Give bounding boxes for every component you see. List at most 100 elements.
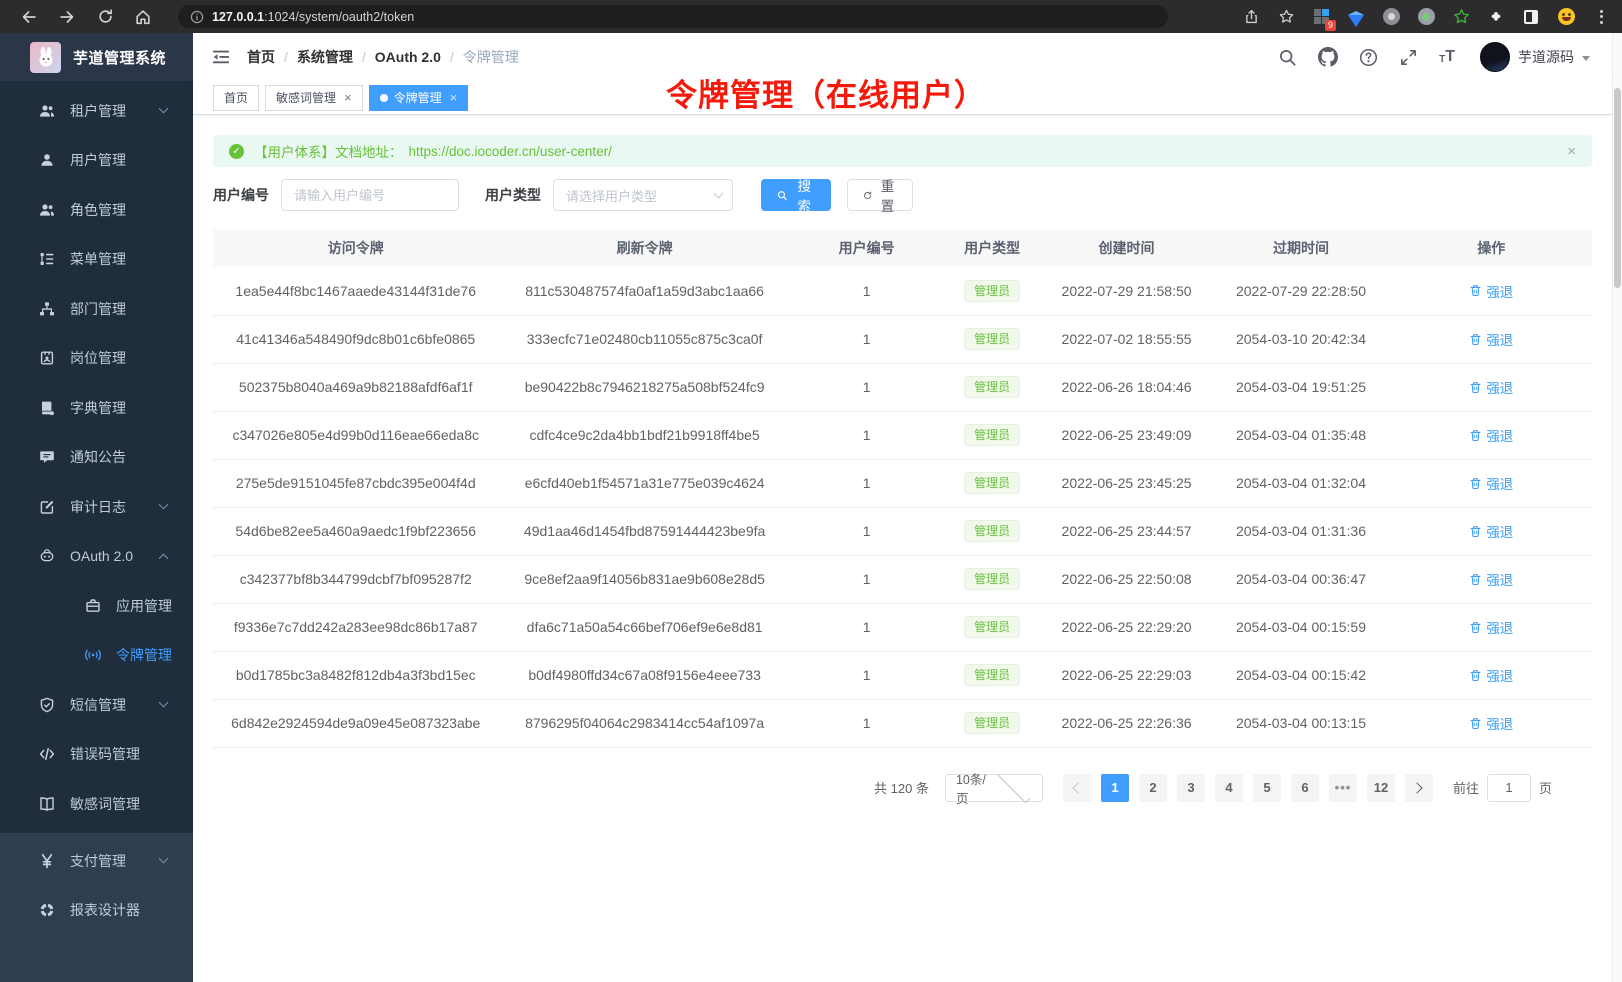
reset-button[interactable]: 重置 <box>847 179 913 211</box>
broadcast-icon <box>84 647 101 664</box>
table-row: c347026e805e4d99b0d116eae66eda8ccdfc4ce9… <box>213 411 1592 459</box>
force-logout-label: 强退 <box>1486 425 1513 445</box>
success-alert: ✓ 【用户体系】文档地址： https://doc.iocoder.cn/use… <box>213 135 1592 167</box>
tab-oauth2-token[interactable]: 令牌管理× <box>369 85 469 111</box>
user-type-tag: 管理员 <box>964 376 1020 398</box>
address-bar[interactable]: 127.0.0.1:1024/system/oauth2/token <box>178 5 1168 28</box>
breadcrumb-item[interactable]: 首页 <box>247 47 275 67</box>
side-panel-icon[interactable] <box>1520 6 1542 28</box>
pager-page-2[interactable]: 2 <box>1139 774 1167 802</box>
sidebar-collapse-icon[interactable] <box>211 47 231 67</box>
page-size-select[interactable]: 10条/页 <box>945 774 1043 802</box>
chevron-down-icon <box>1582 56 1590 61</box>
force-logout-button[interactable]: 强退 <box>1469 473 1513 493</box>
jump-page-input[interactable] <box>1487 774 1531 802</box>
sidebar-item-post-mgmt[interactable]: 岗位管理 <box>0 334 193 384</box>
browser-menu-icon[interactable] <box>1590 6 1612 28</box>
sidebar-item-dict-mgmt[interactable]: 字典管理 <box>0 383 193 433</box>
help-icon[interactable] <box>1359 48 1378 67</box>
chevron-down-icon <box>998 770 1031 803</box>
created-time-cell: 2022-06-25 22:50:08 <box>1042 555 1212 603</box>
alert-doc-link[interactable]: https://doc.iocoder.cn/user-center/ <box>409 144 612 159</box>
sidebar-item-menu-mgmt[interactable]: 菜单管理 <box>0 235 193 285</box>
code-icon <box>38 746 55 763</box>
force-logout-button[interactable]: 强退 <box>1469 521 1513 541</box>
force-logout-button[interactable]: 强退 <box>1469 665 1513 685</box>
search-button[interactable]: 搜索 <box>761 179 831 211</box>
forward-icon[interactable] <box>54 4 80 30</box>
force-logout-button[interactable]: 强退 <box>1469 281 1513 301</box>
breadcrumb-separator: / <box>450 49 454 65</box>
page-scrollbar[interactable] <box>1612 33 1622 982</box>
app-logo-bar[interactable]: 芋道管理系统 <box>0 33 193 81</box>
sidebar-item-sensitive-word[interactable]: 敏感词管理 <box>0 779 193 829</box>
sidebar-item-oauth2-app[interactable]: 应用管理 <box>0 581 193 631</box>
bookmark-star-icon[interactable] <box>1275 6 1297 28</box>
sidebar-item-pay-mgmt[interactable]: 支付管理 <box>0 836 193 886</box>
sidebar-item-tenant-mgmt[interactable]: 租户管理 <box>0 86 193 136</box>
sidebar-item-sms-mgmt[interactable]: 短信管理 <box>0 680 193 730</box>
site-info-icon[interactable] <box>190 10 204 24</box>
pixel-extension-icon[interactable]: 9 <box>1310 6 1332 28</box>
pager-next-button[interactable] <box>1405 774 1433 802</box>
reload-icon[interactable] <box>92 4 118 30</box>
force-logout-button[interactable]: 强退 <box>1469 377 1513 397</box>
tab-close-icon[interactable]: × <box>450 91 458 104</box>
pager-prev-button[interactable] <box>1063 774 1091 802</box>
sidebar-item-notice[interactable]: 通知公告 <box>0 433 193 483</box>
github-icon[interactable] <box>1318 47 1338 67</box>
tab-home[interactable]: 首页 <box>213 85 259 111</box>
home-icon[interactable] <box>130 4 156 30</box>
share-icon[interactable] <box>1240 6 1262 28</box>
gem-extension-icon[interactable] <box>1345 6 1367 28</box>
refresh-token-cell: dfa6c71a50a54c66bef706ef9e6e8d81 <box>498 603 790 651</box>
pager-page-4[interactable]: 4 <box>1215 774 1243 802</box>
pager-page-5[interactable]: 5 <box>1253 774 1281 802</box>
user-menu[interactable]: 芋道源码 <box>1480 42 1590 72</box>
sidebar-item-oauth2[interactable]: OAuth 2.0 <box>0 532 193 582</box>
user-type-select[interactable]: 请选择用户类型 <box>553 179 733 211</box>
force-logout-button[interactable]: 强退 <box>1469 713 1513 733</box>
created-time-cell: 2022-06-25 23:44:57 <box>1042 507 1212 555</box>
force-logout-button[interactable]: 强退 <box>1469 617 1513 637</box>
sidebar-item-report-designer[interactable]: 报表设计器 <box>0 886 193 936</box>
profile-emoji-icon[interactable] <box>1555 6 1577 28</box>
org-icon <box>38 300 55 317</box>
sidebar-item-dept-mgmt[interactable]: 部门管理 <box>0 284 193 334</box>
puzzle-extension-icon[interactable] <box>1485 6 1507 28</box>
recorder-extension-icon[interactable] <box>1415 6 1437 28</box>
user-id-input[interactable] <box>281 179 459 211</box>
sidebar: 芋道管理系统 租户管理用户管理角色管理菜单管理部门管理岗位管理字典管理通知公告审… <box>0 33 193 982</box>
yen-icon <box>38 852 55 869</box>
sidebar-item-user-mgmt[interactable]: 用户管理 <box>0 136 193 186</box>
breadcrumb-item[interactable]: 系统管理 <box>297 47 353 67</box>
pager-page-12[interactable]: 12 <box>1367 774 1395 802</box>
breadcrumb-item[interactable]: OAuth 2.0 <box>375 49 441 65</box>
scrollbar-thumb[interactable] <box>1614 88 1621 288</box>
green-star-extension-icon[interactable] <box>1450 6 1472 28</box>
token-table-body: 1ea5e44f8bc1467aaede43144f31de76811c5304… <box>213 267 1592 747</box>
command-extension-icon[interactable] <box>1380 6 1402 28</box>
font-size-icon[interactable]: TT <box>1439 49 1455 65</box>
pager-more-button[interactable]: ••• <box>1329 774 1357 802</box>
sidebar-item-errcode-mgmt[interactable]: 错误码管理 <box>0 730 193 780</box>
sidebar-item-audit-log[interactable]: 审计日志 <box>0 482 193 532</box>
sidebar-item-label: 敏感词管理 <box>70 794 140 814</box>
sidebar-item-label: 短信管理 <box>70 695 126 715</box>
sidebar-item-oauth2-token[interactable]: 令牌管理 <box>0 631 193 681</box>
search-icon[interactable] <box>1278 48 1297 67</box>
force-logout-button[interactable]: 强退 <box>1469 425 1513 445</box>
pager-page-6[interactable]: 6 <box>1291 774 1319 802</box>
sidebar-item-role-mgmt[interactable]: 角色管理 <box>0 185 193 235</box>
check-circle-icon: ✓ <box>229 144 244 159</box>
pager-page-1[interactable]: 1 <box>1101 774 1129 802</box>
tab-sensitive-word[interactable]: 敏感词管理× <box>265 85 363 111</box>
back-icon[interactable] <box>16 4 42 30</box>
force-logout-button[interactable]: 强退 <box>1469 329 1513 349</box>
force-logout-button[interactable]: 强退 <box>1469 569 1513 589</box>
pager-page-3[interactable]: 3 <box>1177 774 1205 802</box>
tab-close-icon[interactable]: × <box>344 91 352 104</box>
fullscreen-icon[interactable] <box>1399 48 1418 67</box>
access-token-cell: 275e5de9151045fe87cbdc395e004f4d <box>213 459 498 507</box>
alert-close-icon[interactable]: × <box>1567 143 1576 160</box>
